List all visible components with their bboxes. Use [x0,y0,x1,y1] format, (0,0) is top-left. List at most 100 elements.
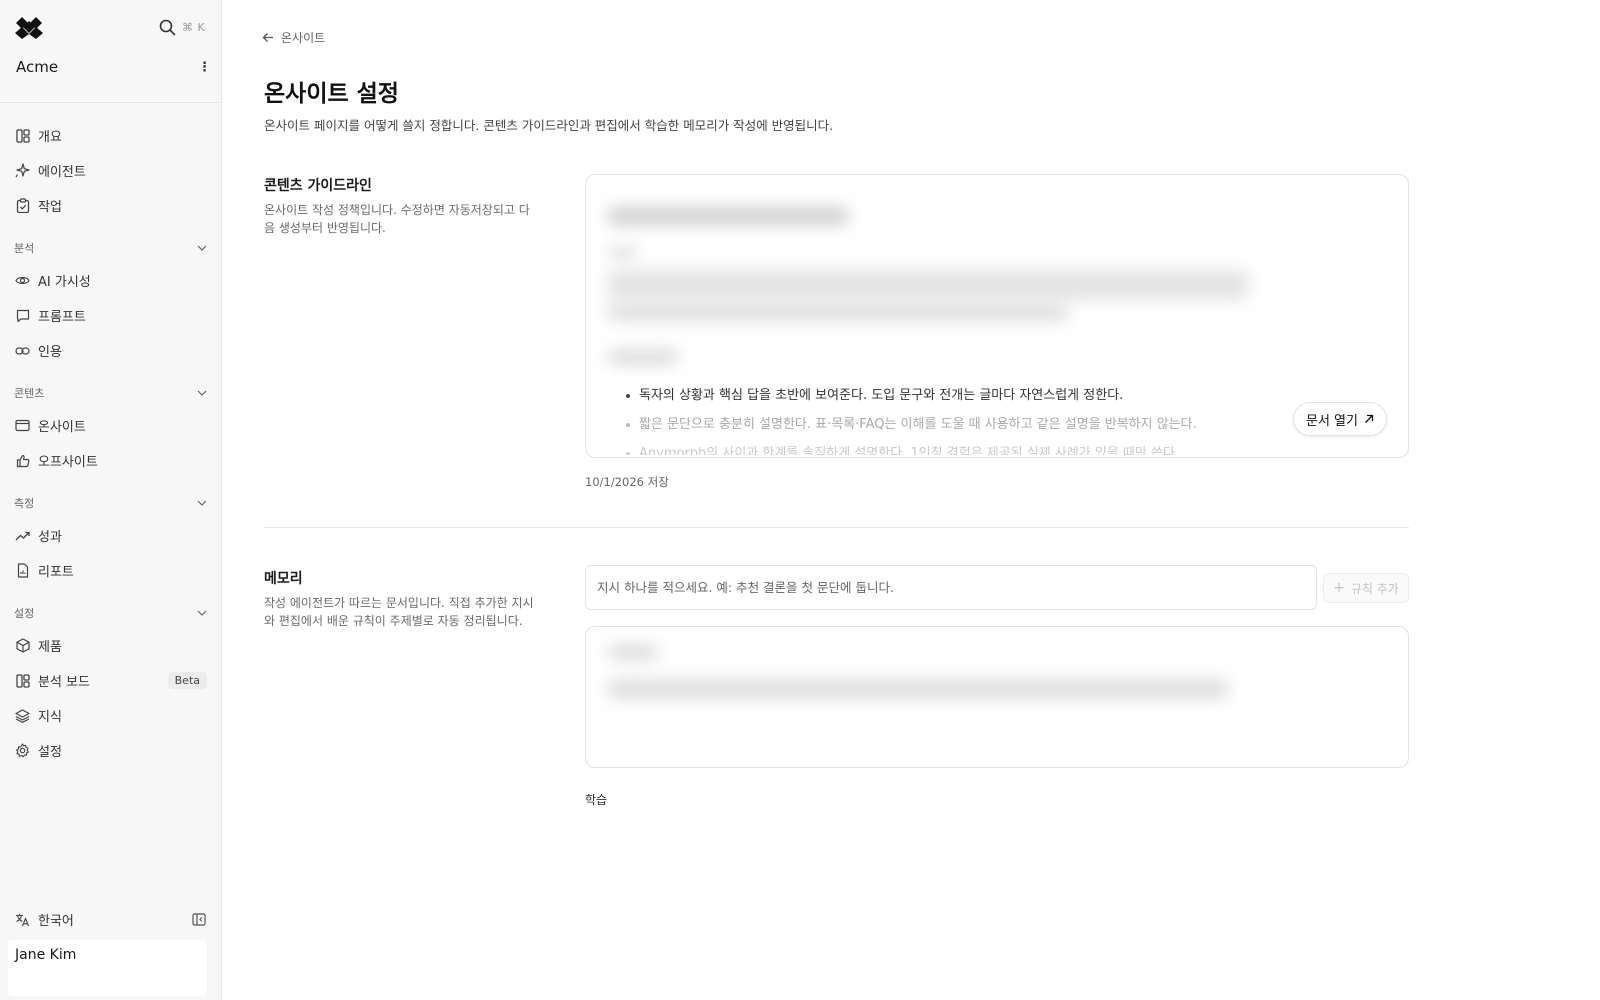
more-vertical-icon[interactable]: ⋮ [198,60,211,75]
redacted-paragraph [608,679,1228,699]
sidebar-item-label: 온사이트 [38,420,86,435]
sidebar-item-offsite[interactable]: 오프사이트 [0,443,221,478]
sidebar-item-label: 제품 [38,640,62,655]
learned-section-label: 학습 [585,793,608,807]
browser-window-icon [15,418,30,433]
user-name: Jane Kim [15,947,77,963]
sidebar-item-onsite[interactable]: 온사이트 [0,408,221,443]
sidebar-item-products[interactable]: 제품 [0,628,221,663]
chevron-down-icon [197,500,207,506]
search-icon [159,19,176,36]
sidebar-item-label: 설정 [38,745,62,760]
sidebar-item-label: 분석 보드 [38,675,90,690]
back-link[interactable]: 온사이트 [262,29,325,46]
sidebar-item-performance[interactable]: 성과 [0,518,221,553]
sidebar-item-label: 지식 [38,710,62,725]
sidebar-item-settings[interactable]: 설정 [0,733,221,768]
workspace-switcher[interactable]: Acme ⋮ [16,58,211,76]
gear-icon [15,743,30,758]
sidebar-section-content[interactable]: 콘텐츠 [0,378,221,408]
report-file-icon [15,563,30,578]
guidelines-title: 콘텐츠 가이드라인 [264,178,372,194]
clipboard-check-icon [15,198,30,213]
thumbs-up-icon [15,453,30,468]
sidebar-item-label: 프롬프트 [38,310,86,325]
sidebar-item-label: 에이전트 [38,165,86,180]
sidebar-item-analysis-board[interactable]: 분석 보드 Beta [0,663,221,698]
section-divider [264,527,1409,528]
workspace-name: Acme [16,58,59,76]
sidebar-item-overview[interactable]: 개요 [0,118,221,153]
sidebar-section-settings[interactable]: 설정 [0,598,221,628]
memory-document[interactable] [585,626,1409,768]
redacted-paragraph [608,270,1248,300]
open-document-label: 문서 열기 [1306,413,1358,429]
list-item: Anymorph의 사이과 한계를 솔직하게 설명한다. 1인칭 경험은 제공된… [624,439,1344,455]
sidebar-section-analysis[interactable]: 분석 [0,233,221,263]
add-rule-button[interactable]: + 규칙 추가 [1323,573,1409,603]
search-button[interactable]: ⌘ K [159,19,205,36]
sidebar-item-prompts[interactable]: 프롬프트 [0,298,221,333]
back-link-label: 온사이트 [281,31,326,45]
sidebar-item-label: 오프사이트 [38,455,98,470]
beta-badge: Beta [167,672,207,689]
sidebar-item-label: AI 가시성 [38,275,91,290]
rule-input[interactable] [585,565,1317,610]
chevron-down-icon [197,390,207,396]
cube-icon [15,638,30,653]
arrow-up-right-icon [1365,414,1374,423]
sidebar-section-label: 분석 [14,242,35,255]
sparkles-icon [15,163,30,178]
memory-description: 작성 에이전트가 따르는 문서입니다. 직접 추가한 지시와 편집에서 배운 규… [264,596,534,628]
main-content: 온사이트 온사이트 설정 온사이트 페이지를 어떻게 쓸지 정합니다. 콘텐츠 … [222,0,1600,1000]
sidebar-item-tasks[interactable]: 작업 [0,188,221,223]
logo-icon[interactable] [14,17,44,39]
sidebar-item-knowledge[interactable]: 지식 [0,698,221,733]
page-title: 온사이트 설정 [264,81,399,107]
arrow-left-icon [262,33,273,42]
guidelines-description: 온사이트 작성 정책입니다. 수정하면 자동저장되고 다음 생성부터 반영됩니다… [264,203,530,235]
chevron-down-icon [197,245,207,251]
sidebar-section-measure[interactable]: 측정 [0,488,221,518]
list-item: 짧은 문단으로 충분히 설명한다. 표·목록·FAQ는 이해를 도울 때 사용하… [624,410,1344,439]
page-description: 온사이트 페이지를 어떻게 쓸지 정합니다. 콘텐츠 가이드라인과 편집에서 학… [264,118,834,133]
link-icon [15,343,30,358]
eye-icon [15,273,30,288]
list-item: 독자의 상황과 핵심 답을 초반에 보여준다. 도입 문구와 전개는 글마다 자… [624,381,1344,410]
sidebar-section-label: 설정 [14,607,35,620]
saved-timestamp: 10/1/2026 저장 [585,475,669,489]
sidebar-item-ai-visibility[interactable]: AI 가시성 [0,263,221,298]
add-rule-label: 규칙 추가 [1350,581,1399,596]
language-switcher[interactable]: 한국어 [15,910,206,929]
redacted-subheading [608,350,678,364]
user-menu[interactable]: Jane Kim [8,940,206,996]
sidebar-item-label: 작업 [38,200,62,215]
sidebar-item-label: 성과 [38,530,62,545]
sidebar-item-reports[interactable]: 리포트 [0,553,221,588]
plus-icon: + [1333,580,1345,596]
sidebar-section-label: 콘텐츠 [14,387,45,400]
redacted-text [608,247,638,259]
guidelines-editor[interactable]: 독자의 상황과 핵심 답을 초반에 보여준다. 도입 문구와 전개는 글마다 자… [585,174,1409,458]
memory-title: 메모리 [264,571,303,587]
layout-icon [15,673,30,688]
redacted-heading [608,207,848,225]
sidebar-item-label: 리포트 [38,565,74,580]
sidebar-toggle-icon[interactable] [192,913,206,926]
chat-bubble-icon [15,308,30,323]
sidebar-item-citations[interactable]: 인용 [0,333,221,368]
sidebar-item-label: 개요 [38,130,62,145]
sidebar-section-label: 측정 [14,497,35,510]
guidelines-bullet-list: 독자의 상황과 핵심 답을 초반에 보여준다. 도입 문구와 전개는 글마다 자… [624,381,1344,455]
sidebar-item-agents[interactable]: 에이전트 [0,153,221,188]
chevron-down-icon [197,610,207,616]
language-label: 한국어 [38,914,74,929]
layout-icon [15,128,30,143]
layers-icon [15,708,30,723]
sidebar-item-label: 인용 [38,345,62,360]
sidebar-nav: 개요 에이전트 작업 분석 AI 가시성 프롬프트 인용 콘텐츠 온사이트 오프… [0,118,221,768]
open-document-button[interactable]: 문서 열기 [1293,402,1387,436]
redacted-paragraph [608,303,1068,321]
translate-icon [16,913,30,926]
sidebar-divider [0,102,221,103]
